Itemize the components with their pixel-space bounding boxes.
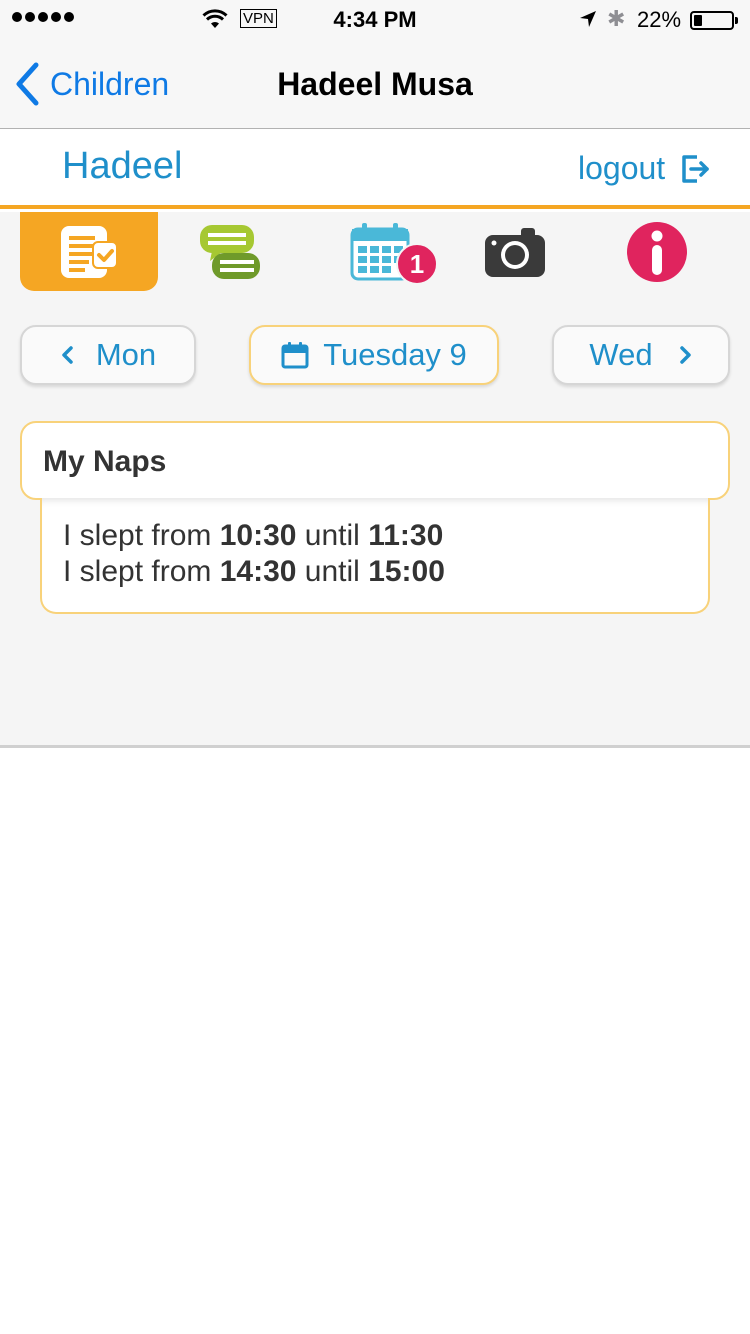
logout-button[interactable]: logout [578,150,711,187]
nap-start-time: 10:30 [219,519,297,552]
nap-prefix: I slept from [63,519,212,552]
previous-day-button[interactable]: Mon [20,325,196,385]
current-day-button[interactable]: Tuesday 9 [249,325,499,385]
tab-messages[interactable] [170,212,290,291]
nap-middle: until [304,519,360,552]
naps-card-header: My Naps [20,421,730,500]
info-icon [627,221,687,282]
chevron-left-icon [62,346,73,364]
nap-end-time: 11:30 [368,519,444,552]
tab-calendar[interactable]: 1 [320,212,440,291]
logout-label: logout [578,150,666,186]
chevron-right-icon [679,346,691,364]
logout-icon [682,154,709,183]
chat-bubbles-icon [200,224,260,279]
nap-start-time: 14:30 [219,555,297,588]
screen: VPN 4:34 PM ✱ 22% Children Hadeel Musa H… [0,0,750,1334]
tab-daily-report[interactable] [20,212,158,291]
child-header: Hadeel logout [0,129,750,209]
nap-prefix: I slept from [63,555,212,588]
next-day-label: Wed [589,337,653,372]
naps-card-title: My Naps [43,445,167,478]
battery-icon [690,11,738,30]
next-day-button[interactable]: Wed [552,325,730,385]
tab-info[interactable] [597,212,717,291]
battery-level [694,15,702,26]
section-tabs: 1 [0,212,750,292]
previous-day-label: Mon [95,337,157,372]
current-day-label: Tuesday 9 [323,337,467,372]
nap-end-time: 15:00 [368,555,445,588]
bluetooth-icon: ✱ [607,6,626,31]
calendar-badge: 1 [396,243,438,285]
camera-icon [485,227,545,277]
navigation-bar: Children Hadeel Musa [0,40,750,129]
page-title: Hadeel Musa [277,66,473,102]
status-bar: VPN 4:34 PM ✱ 22% [0,0,750,40]
tab-photos[interactable] [455,212,575,291]
daily-report-icon [61,225,118,278]
content-area: 1 Mon Tuesday 9 Wed My Naps I slept from… [0,212,750,748]
nap-middle: until [304,555,360,588]
naps-card-body: I slept from 10:30 until 11:30 I slept f… [40,498,710,614]
calendar-small-icon [281,342,309,369]
location-arrow-icon [580,11,596,27]
child-name: Hadeel [62,145,183,187]
battery-percent: 22% [637,7,682,32]
nap-entry: I slept from 10:30 until 11:30 [63,518,708,554]
nap-entry: I slept from 14:30 until 15:00 [63,554,708,590]
